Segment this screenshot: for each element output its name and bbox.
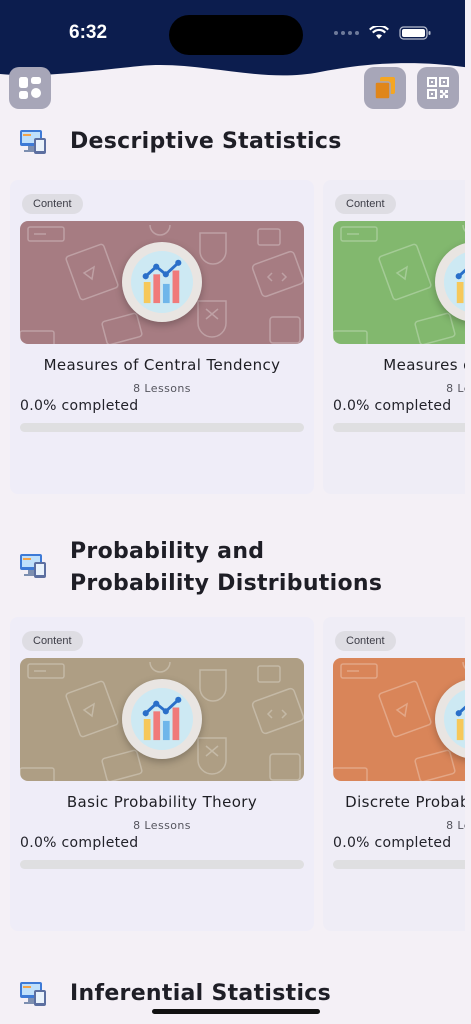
course-badge <box>122 679 202 759</box>
status-icons <box>334 26 431 40</box>
chart-icon <box>141 696 183 742</box>
course-card[interactable]: Content Basic Probability Theory 8 Lesso… <box>10 617 314 931</box>
documents-button[interactable] <box>364 67 406 109</box>
qr-code-icon <box>427 77 449 99</box>
section-header-inferential: Inferential Statistics <box>18 978 400 1010</box>
progress-bar <box>333 860 465 869</box>
battery-icon <box>399 26 431 40</box>
section-header-probability: Probability and Probability Distribution… <box>18 536 400 600</box>
section-title: Descriptive Statistics <box>70 129 342 154</box>
course-banner <box>333 658 465 781</box>
section-title: Inferential Statistics <box>70 981 332 1006</box>
computer-desk-icon <box>20 554 46 578</box>
content-chip: Content <box>335 194 396 214</box>
lesson-count: 8 Lessons <box>446 819 465 832</box>
course-banner <box>20 658 304 781</box>
chart-icon <box>454 696 465 742</box>
lesson-count: 8 Lessons <box>133 382 191 395</box>
content-chip: Content <box>22 194 83 214</box>
computer-desk-icon <box>20 130 46 154</box>
computer-desk-icon <box>20 982 46 1006</box>
lesson-count: 8 Lessons <box>446 382 465 395</box>
course-title: Discrete Probability Distributions <box>345 793 465 811</box>
status-time: 6:32 <box>69 22 108 43</box>
screen-content: 6:32 Descriptive Statistics Content Meas… <box>0 0 465 1024</box>
progress-text: 0.0% completed <box>333 835 452 851</box>
progress-text: 0.0% completed <box>20 835 139 851</box>
apps-button[interactable] <box>9 67 51 109</box>
progress-text: 0.0% completed <box>333 398 452 414</box>
progress-bar <box>333 423 465 432</box>
lesson-count: 8 Lessons <box>133 819 191 832</box>
course-banner <box>333 221 465 344</box>
content-chip: Content <box>22 631 83 651</box>
course-banner <box>20 221 304 344</box>
section-title: Probability and Probability Distribution… <box>70 539 383 596</box>
course-card[interactable]: Content Measures of Central Tendency 8 L… <box>10 180 314 494</box>
section-header-descriptive: Descriptive Statistics <box>18 126 400 158</box>
course-title: Measures of Central Tendency <box>43 356 281 374</box>
course-badge <box>122 242 202 322</box>
home-indicator[interactable] <box>152 1009 320 1014</box>
progress-text: 0.0% completed <box>20 398 139 414</box>
chart-icon <box>454 259 465 305</box>
progress-bar <box>20 860 304 869</box>
qr-code-button[interactable] <box>417 67 459 109</box>
chart-icon <box>141 259 183 305</box>
content-chip: Content <box>335 631 396 651</box>
course-title: Measures of Dispersion <box>383 356 465 374</box>
dynamic-island <box>169 15 303 55</box>
cellular-signal-icon <box>334 31 359 35</box>
course-title: Basic Probability Theory <box>66 793 258 811</box>
apps-grid-icon <box>19 77 41 99</box>
progress-bar <box>20 423 304 432</box>
course-card[interactable]: Content Discrete Probability Distributio… <box>323 617 465 931</box>
course-card[interactable]: Content Measures of Dispersion 8 Lessons… <box>323 180 465 494</box>
wifi-icon <box>369 26 389 39</box>
documents-icon <box>374 77 395 100</box>
